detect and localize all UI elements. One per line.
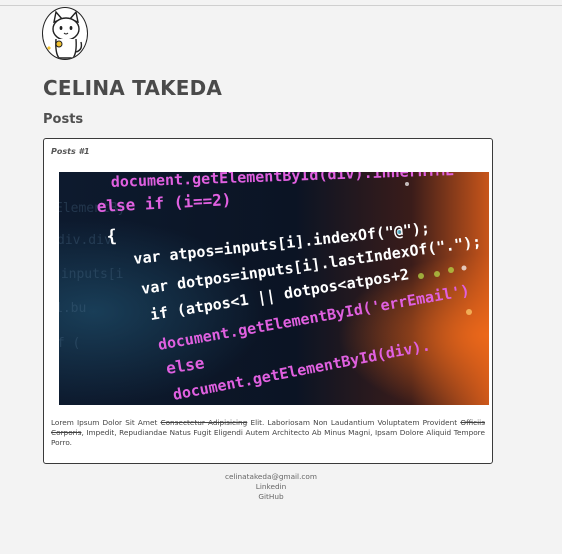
- post-label: Posts #1: [51, 147, 90, 156]
- svg-text:1.bu: 1.bu: [59, 301, 86, 316]
- svg-text:div.div: div.div: [59, 233, 112, 248]
- post-body-text: Lorem Ipsum Dolor Sit Amet: [51, 418, 161, 427]
- linkedin-link[interactable]: Linkedin: [0, 482, 542, 492]
- footer: celinatakeda@gmail.com Linkedin GitHub: [0, 472, 542, 502]
- site-title: CELINA TAKEDA: [43, 76, 223, 100]
- svg-text:if (: if (: [59, 336, 80, 351]
- svg-text:(inputs[i: (inputs[i: [59, 267, 123, 282]
- post-body: Lorem Ipsum Dolor Sit Amet Consectetur A…: [51, 418, 485, 448]
- posts-heading: Posts: [43, 112, 84, 127]
- email-link[interactable]: celinatakeda@gmail.com: [0, 472, 542, 482]
- code-line-3: {: [106, 226, 118, 247]
- code-screenshot-image: ElementBy div.div (inputs[i 1.bu if ( do…: [59, 172, 489, 405]
- post-body-strikethrough: Consectetur Adipisicing: [160, 418, 248, 427]
- post-body-text: , Impedit, Repudiandae Natus Fugit Elige…: [51, 428, 485, 447]
- github-link[interactable]: GitHub: [0, 492, 542, 502]
- top-divider: [0, 5, 562, 6]
- cat-avatar-icon: [42, 7, 88, 60]
- post-card: Posts #1 ElementBy div.div (inputs[i .bu…: [43, 138, 493, 464]
- post-body-text: Elit. Laboriosam Non Laudantium Voluptat…: [247, 418, 461, 427]
